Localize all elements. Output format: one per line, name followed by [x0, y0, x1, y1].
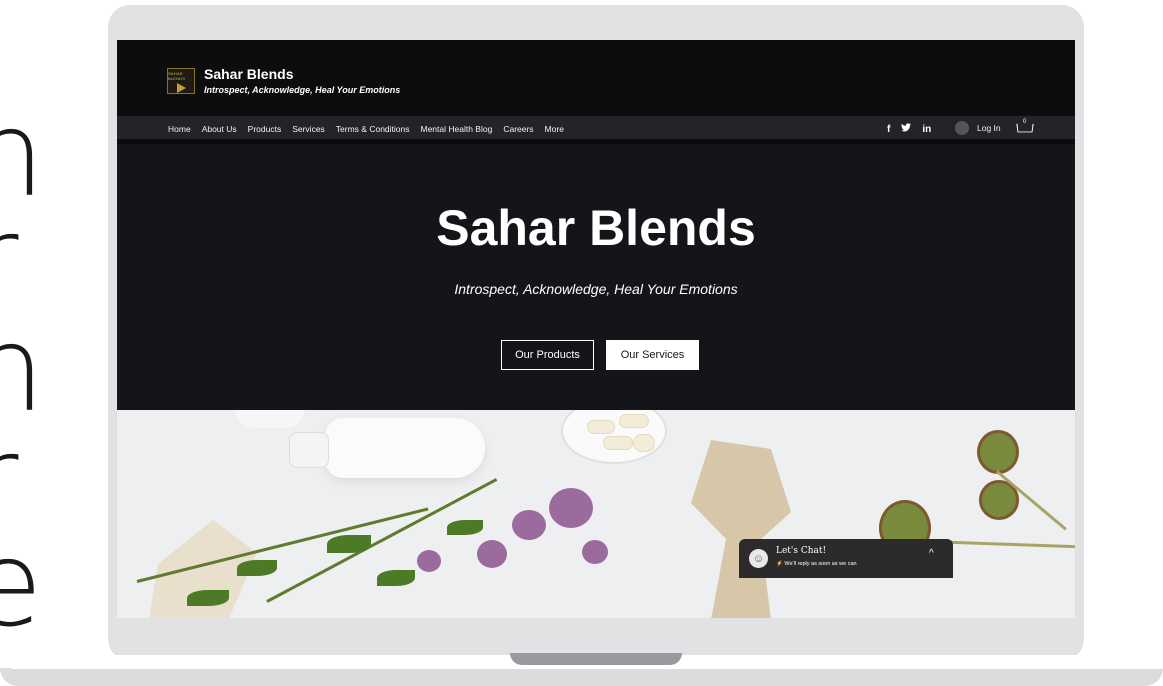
herb-leaf	[327, 535, 371, 553]
herb-leaf	[187, 590, 229, 606]
nav-item-blog[interactable]: Mental Health Blog	[421, 124, 493, 134]
site-header: SAHAR BLENDS Sahar Blends Introspect, Ac…	[117, 40, 1075, 116]
capsule-dish	[561, 410, 667, 464]
chat-avatar-icon: ☺	[749, 549, 768, 568]
oregano-flower	[512, 510, 546, 540]
oregano-flower	[417, 550, 441, 572]
capsule	[603, 436, 633, 450]
herb-leaf	[447, 520, 483, 535]
avatar-icon	[955, 121, 969, 135]
login-button[interactable]: Log In	[955, 121, 1001, 135]
linkedin-icon[interactable]: in	[922, 124, 931, 135]
bottle-neck	[289, 432, 329, 468]
jar-lid	[235, 410, 305, 428]
brand-tagline: Introspect, Acknowledge, Heal Your Emoti…	[204, 85, 401, 95]
brand-logo[interactable]: SAHAR BLENDS	[167, 68, 195, 94]
nav-item-about-us[interactable]: About Us	[202, 124, 237, 134]
hero-subtitle: Introspect, Acknowledge, Heal Your Emoti…	[454, 281, 738, 297]
nav-item-home[interactable]: Home	[168, 124, 191, 134]
our-products-button[interactable]: Our Products	[501, 340, 594, 370]
laptop-notch	[510, 653, 682, 665]
capsule	[633, 434, 655, 452]
twitter-icon[interactable]	[901, 123, 912, 135]
side-letter: e	[0, 515, 43, 653]
hero-section: Sahar Blends Introspect, Acknowledge, He…	[117, 149, 1075, 410]
chat-note-text: We'll reply as soon as we can	[784, 561, 857, 567]
nav-item-careers[interactable]: Careers	[503, 124, 533, 134]
nav-item-more[interactable]: More	[545, 124, 564, 134]
herb-leaf	[377, 570, 415, 586]
our-services-button[interactable]: Our Services	[606, 340, 699, 370]
poppy-pod	[977, 430, 1019, 474]
burlap-sachet	[691, 440, 791, 618]
oregano-flower	[582, 540, 608, 564]
cart-icon	[1016, 123, 1034, 133]
nav-item-terms[interactable]: Terms & Conditions	[336, 124, 410, 134]
logo-arrow-icon	[176, 83, 186, 93]
facebook-icon[interactable]: f	[887, 124, 890, 135]
logo-text: SAHAR BLENDS	[168, 71, 186, 81]
social-links: f in	[887, 123, 931, 135]
brand-name[interactable]: Sahar Blends	[204, 66, 293, 82]
nav-links: Home About Us Products Services Terms & …	[168, 124, 575, 134]
chat-note: ⚡ We'll reply as soon as we can	[776, 561, 857, 567]
capsule	[587, 420, 615, 434]
nav-item-services[interactable]: Services	[292, 124, 325, 134]
hero-title: Sahar Blends	[436, 200, 756, 256]
oregano-flower	[477, 540, 507, 568]
nav-item-products[interactable]: Products	[248, 124, 282, 134]
main-nav: Home About Us Products Services Terms & …	[117, 116, 1075, 144]
chat-widget[interactable]: ☺ Let's Chat! ⚡ We'll reply as soon as w…	[739, 539, 953, 578]
laptop-screen: SAHAR BLENDS Sahar Blends Introspect, Ac…	[117, 40, 1075, 618]
white-bottle	[325, 418, 485, 478]
oregano-flower	[549, 488, 593, 528]
chevron-up-icon[interactable]: ^	[929, 548, 934, 559]
capsule	[619, 414, 649, 428]
herbs-image	[117, 410, 1075, 618]
chat-title: Let's Chat!	[776, 546, 827, 556]
laptop-base-shade	[0, 668, 1163, 686]
herb-leaf	[237, 560, 277, 576]
login-label: Log In	[977, 123, 1001, 133]
cart-button[interactable]: 0	[1016, 119, 1035, 136]
